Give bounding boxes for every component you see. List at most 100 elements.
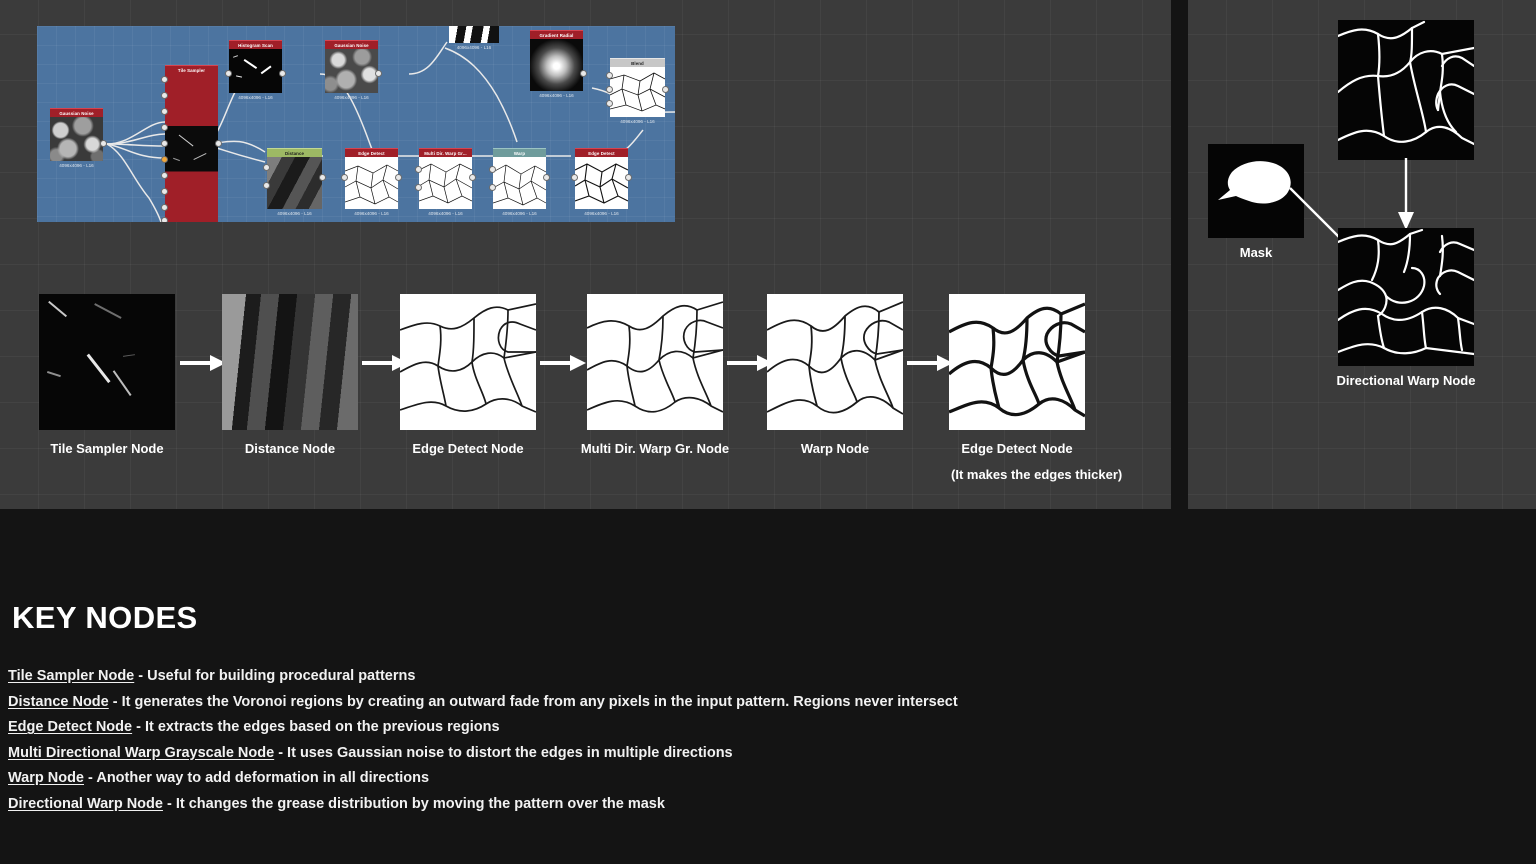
node-thumbnail xyxy=(50,117,103,161)
pipeline-note: (It makes the edges thicker) xyxy=(951,467,1123,482)
pipeline-thumb-distance xyxy=(222,294,358,430)
node-title: Histogram Scan xyxy=(229,40,282,49)
node-title: Gaussian Noise xyxy=(50,108,103,117)
node-title: Blend xyxy=(610,58,665,67)
node-output-port[interactable] xyxy=(215,140,222,147)
key-node-term[interactable]: Distance Node xyxy=(8,694,109,710)
graph-node[interactable]: Gaussian Noise 4096x4096 - L16 xyxy=(325,40,382,101)
key-node-desc: - Another way to add deformation in all … xyxy=(84,770,430,787)
node-caption: 4096x4096 - L16 xyxy=(456,45,492,50)
key-node-term[interactable]: Edge Detect Node xyxy=(8,719,132,735)
pipeline-label: Edge Detect Node xyxy=(412,441,524,456)
node-input-port[interactable] xyxy=(571,174,578,181)
key-node-term[interactable]: Tile Sampler Node xyxy=(8,668,134,684)
graph-node[interactable]: Warp 4096x4096 - L16 xyxy=(489,148,550,217)
key-node-desc: - Useful for building procedural pattern… xyxy=(134,668,416,684)
node-input-port[interactable] xyxy=(606,100,613,107)
node-title: Multi Dir. Warp Gr... xyxy=(419,148,472,157)
graph-node[interactable]: Gradient Radial 4096x4096 - L16 xyxy=(530,30,587,99)
warp-result-label: Directional Warp Node xyxy=(1336,373,1476,388)
node-caption: 4096x4096 - L16 xyxy=(238,95,273,100)
node-graph-screenshot: Gaussian Noise 4096x4096 - L16 Tile Samp… xyxy=(37,26,675,222)
key-node-item: Edge Detect Node - It extracts the edges… xyxy=(8,715,1508,741)
node-output-port[interactable] xyxy=(580,70,587,77)
node-output-port[interactable] xyxy=(395,174,402,181)
node-caption: 4096x4096 - L16 xyxy=(428,211,463,216)
node-thumbnail xyxy=(229,49,282,93)
pipeline-thumb-edge-detect-1 xyxy=(400,294,536,430)
node-thumbnail xyxy=(419,157,472,209)
node-thumbnail xyxy=(165,74,218,222)
node-input-port[interactable] xyxy=(415,184,422,191)
graph-node[interactable]: Blend 4096x4096 - L16 xyxy=(606,58,669,125)
key-node-term[interactable]: Warp Node xyxy=(8,770,84,786)
pipeline-thumb-edge-detect-2 xyxy=(949,294,1085,430)
key-node-item: Multi Directional Warp Grayscale Node - … xyxy=(8,741,1508,767)
key-node-desc: - It uses Gaussian noise to distort the … xyxy=(274,744,733,761)
node-input-port[interactable] xyxy=(161,188,168,195)
graph-node[interactable]: Gaussian Noise 4096x4096 - L16 xyxy=(50,108,107,169)
node-output-port[interactable] xyxy=(662,86,669,93)
node-input-port[interactable] xyxy=(263,182,270,189)
node-input-port[interactable] xyxy=(161,76,168,83)
node-input-port-active[interactable] xyxy=(161,156,168,163)
pipeline-label: Multi Dir. Warp Gr. Node xyxy=(580,441,730,456)
node-input-port[interactable] xyxy=(161,172,168,179)
node-output-port[interactable] xyxy=(469,174,476,181)
pipeline-label: Edge Detect Node xyxy=(961,441,1073,456)
node-thumbnail xyxy=(575,157,628,209)
node-title: Edge Detect xyxy=(345,148,398,157)
node-input-port[interactable] xyxy=(225,70,232,77)
node-output-port[interactable] xyxy=(279,70,286,77)
key-node-term[interactable]: Multi Directional Warp Grayscale Node xyxy=(8,745,274,761)
node-thumbnail xyxy=(345,157,398,209)
key-node-item: Warp Node - Another way to add deformati… xyxy=(8,766,1508,792)
node-output-port[interactable] xyxy=(375,70,382,77)
node-input-port[interactable] xyxy=(489,184,496,191)
graph-node[interactable]: Tile Sampler 4096x4096 - L16 xyxy=(161,65,222,222)
warp-result-image xyxy=(1338,228,1474,366)
node-input-port[interactable] xyxy=(489,166,496,173)
key-node-item: Tile Sampler Node - Useful for building … xyxy=(8,664,1508,690)
node-input-port[interactable] xyxy=(341,174,348,181)
node-output-port[interactable] xyxy=(100,140,107,147)
node-input-port[interactable] xyxy=(606,86,613,93)
pipeline-label: Distance Node xyxy=(244,441,336,456)
node-input-port[interactable] xyxy=(263,164,270,171)
key-nodes-section: KEY NODES Tile Sampler Node - Useful for… xyxy=(0,509,1536,864)
node-output-port[interactable] xyxy=(625,174,632,181)
pipeline-thumb-multi-dir-warp xyxy=(587,294,723,430)
key-node-term[interactable]: Directional Warp Node xyxy=(8,796,163,812)
node-input-port[interactable] xyxy=(161,217,168,222)
node-input-port[interactable] xyxy=(415,166,422,173)
node-caption: 4096x4096 - L16 xyxy=(620,119,655,124)
node-caption: 4096x4096 - L16 xyxy=(334,95,369,100)
node-title: Gradient Radial xyxy=(530,30,583,39)
key-nodes-list: Tile Sampler Node - Useful for building … xyxy=(8,664,1508,818)
node-caption: 4096x4096 - L16 xyxy=(354,211,389,216)
node-input-port[interactable] xyxy=(161,108,168,115)
node-input-port[interactable] xyxy=(161,140,168,147)
page-title: KEY NODES xyxy=(12,600,198,635)
node-output-port[interactable] xyxy=(319,174,326,181)
node-input-port[interactable] xyxy=(606,72,613,79)
graph-node[interactable]: Edge Detect 4096x4096 - L16 xyxy=(571,148,632,217)
graph-node[interactable]: Multi Dir. Warp Gr... 4096x4096 - L16 xyxy=(415,148,476,217)
node-thumbnail xyxy=(530,39,583,91)
graph-node[interactable]: Histogram Scan 4096x4096 - L16 xyxy=(449,26,499,51)
node-title: Distance xyxy=(267,148,322,157)
node-input-port[interactable] xyxy=(161,92,168,99)
workflow-panel: Gaussian Noise 4096x4096 - L16 Tile Samp… xyxy=(0,0,1171,509)
graph-node[interactable]: Edge Detect 4096x4096 - L16 xyxy=(341,148,402,217)
graph-node[interactable]: Distance 4096x4096 - L16 xyxy=(263,148,326,217)
node-thumbnail xyxy=(325,49,378,93)
node-input-port[interactable] xyxy=(161,204,168,211)
node-output-port[interactable] xyxy=(543,174,550,181)
node-caption: 4096x4096 - L16 xyxy=(59,163,94,168)
graph-node[interactable]: Histogram Scan 4096x4096 - L16 xyxy=(225,40,286,101)
key-node-item: Distance Node - It generates the Voronoi… xyxy=(8,690,1508,716)
node-input-port[interactable] xyxy=(161,124,168,131)
key-node-desc: - It extracts the edges based on the pre… xyxy=(132,719,500,736)
pipeline-arrow xyxy=(180,355,226,371)
key-node-desc: - It changes the grease distribution by … xyxy=(162,795,665,812)
